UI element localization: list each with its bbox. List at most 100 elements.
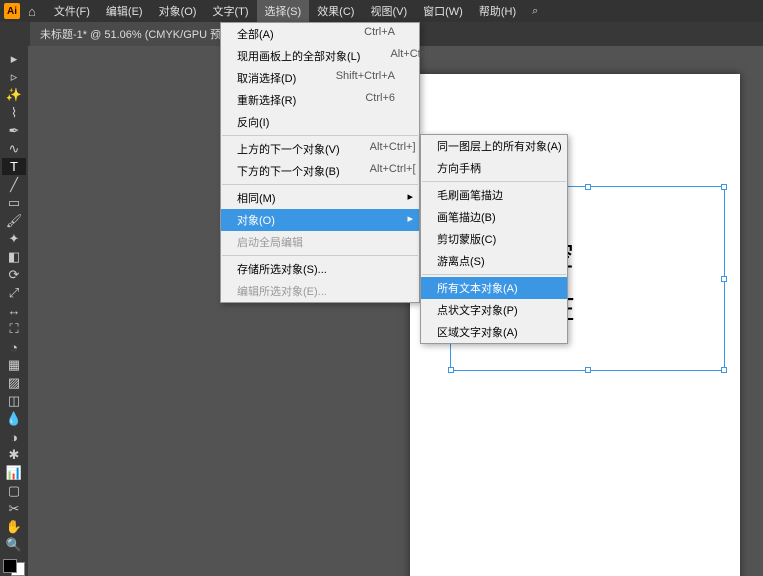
menu-item[interactable]: 同一图层上的所有对象(A): [421, 135, 567, 157]
menu-item-label: 毛刷画笔描边: [437, 187, 503, 203]
menu-item-label: 游离点(S): [437, 253, 485, 269]
curvature-tool[interactable]: ∿: [2, 140, 26, 157]
menu-item-label: 点状文字对象(P): [437, 302, 518, 318]
resize-handle[interactable]: [585, 367, 591, 373]
resize-handle[interactable]: [585, 184, 591, 190]
menu-item-label: 剪切蒙版(C): [437, 231, 496, 247]
menu-item-label: 对象(O): [237, 212, 275, 228]
paintbrush-tool[interactable]: 🖌: [2, 212, 26, 229]
select-menu-dropdown: 全部(A)Ctrl+A现用画板上的全部对象(L)Alt+Ctrl+A取消选择(D…: [220, 22, 420, 303]
menu-effect[interactable]: 效果(C): [309, 0, 362, 22]
menu-separator: [422, 181, 566, 182]
menu-item[interactable]: 点状文字对象(P): [421, 299, 567, 321]
type-tool[interactable]: T: [2, 158, 26, 175]
menu-type[interactable]: 文字(T): [204, 0, 256, 22]
menu-object[interactable]: 对象(O): [151, 0, 205, 22]
menu-window[interactable]: 窗口(W): [415, 0, 471, 22]
menu-separator: [422, 274, 566, 275]
menu-item[interactable]: 方向手柄: [421, 157, 567, 179]
app-logo: Ai: [4, 3, 20, 19]
resize-handle[interactable]: [721, 184, 727, 190]
menu-item[interactable]: 游离点(S): [421, 250, 567, 272]
zoom-tool[interactable]: 🔍: [2, 537, 26, 554]
menu-separator: [222, 184, 418, 185]
menu-item[interactable]: 下方的下一个对象(B)Alt+Ctrl+[: [221, 160, 419, 182]
menu-item-label: 画笔描边(B): [437, 209, 496, 225]
menu-item[interactable]: 画笔描边(B): [421, 206, 567, 228]
fill-swatch[interactable]: [3, 559, 17, 573]
toolbar: ▸▹✨⌇✒∿T╱▭🖌✦◧⟳⤢↔⛶ ◔▦▨◫💧◑✱📊▢✂✋🔍: [0, 46, 28, 576]
menu-item-label: 存储所选对象(S)...: [237, 261, 327, 277]
menu-item[interactable]: 相同(M) ▸: [221, 187, 419, 209]
gradient-tool[interactable]: ◫: [2, 393, 26, 410]
submenu-arrow-icon: ▸: [407, 212, 413, 225]
menu-help[interactable]: 帮助(H): [471, 0, 524, 22]
resize-handle[interactable]: [721, 276, 727, 282]
menu-item[interactable]: 反向(I): [221, 111, 419, 133]
menu-item[interactable]: 全部(A) Ctrl+A: [221, 23, 419, 45]
pen-tool[interactable]: ✒: [2, 122, 26, 139]
menu-item[interactable]: 所有文本对象(A): [421, 277, 567, 299]
menu-item[interactable]: 毛刷画笔描边: [421, 184, 567, 206]
menu-item[interactable]: 区域文字对象(A): [421, 321, 567, 343]
menu-item-label: 下方的下一个对象(B): [237, 163, 340, 179]
eraser-tool[interactable]: ◧: [2, 248, 26, 265]
tab-title: 未标题-1* @ 51.06% (CMYK/GPU 预览): [40, 26, 236, 42]
menubar: Ai ⌂ 文件(F) 编辑(E) 对象(O) 文字(T) 选择(S) 效果(C)…: [0, 0, 763, 22]
menu-item[interactable]: 剪切蒙版(C): [421, 228, 567, 250]
menu-item-label: 编辑所选对象(E)...: [237, 283, 327, 299]
menu-item-label: 启动全局编辑: [237, 234, 303, 250]
width-tool[interactable]: ↔: [2, 302, 26, 319]
lasso-tool[interactable]: ⌇: [2, 104, 26, 121]
home-icon[interactable]: ⌂: [28, 4, 36, 19]
scale-tool[interactable]: ⤢: [2, 284, 26, 301]
resize-handle[interactable]: [721, 367, 727, 373]
menu-item[interactable]: 取消选择(D) Shift+Ctrl+A: [221, 67, 419, 89]
slice-tool[interactable]: ✂: [2, 501, 26, 518]
menu-item[interactable]: 现用画板上的全部对象(L)Alt+Ctrl+A: [221, 45, 419, 67]
menu-shortcut: Alt+Ctrl+]: [370, 141, 416, 157]
menu-item[interactable]: 重新选择(R) Ctrl+6: [221, 89, 419, 111]
eyedropper-tool[interactable]: 💧: [2, 411, 26, 428]
magic-wand-tool[interactable]: ✨: [2, 86, 26, 103]
menu-file[interactable]: 文件(F): [46, 0, 98, 22]
menu-item[interactable]: 存储所选对象(S)...: [221, 258, 419, 280]
menu-shortcut: Ctrl+A: [364, 26, 395, 42]
menu-shortcut: Alt+Ctrl+A: [390, 48, 440, 64]
direct-selection-tool[interactable]: ▹: [2, 68, 26, 85]
menu-item-label: 取消选择(D): [237, 70, 296, 86]
menu-view[interactable]: 视图(V): [362, 0, 415, 22]
menu-shortcut: Ctrl+6: [365, 92, 395, 108]
menu-item[interactable]: 上方的下一个对象(V) Alt+Ctrl+]: [221, 138, 419, 160]
submenu-arrow-icon: ▸: [407, 190, 413, 203]
menu-item: 编辑所选对象(E)...: [221, 280, 419, 302]
selection-tool[interactable]: ▸: [2, 50, 26, 67]
menu-item[interactable]: 对象(O) ▸: [221, 209, 419, 231]
menu-item-label: 区域文字对象(A): [437, 324, 518, 340]
menu-item-label: 全部(A): [237, 26, 274, 42]
menu-select[interactable]: 选择(S): [257, 0, 310, 22]
search-icon[interactable]: ⌕: [532, 5, 538, 18]
artboard-tool[interactable]: ▢: [2, 483, 26, 500]
column-graph-tool[interactable]: 📊: [2, 465, 26, 482]
menu-item-label: 反向(I): [237, 114, 269, 130]
shape-builder-tool[interactable]: ◔: [2, 339, 26, 356]
blend-tool[interactable]: ◑: [2, 429, 26, 446]
free-transform-tool[interactable]: ⛶: [2, 320, 26, 337]
symbol-sprayer-tool[interactable]: ✱: [2, 447, 26, 464]
menu-item-label: 上方的下一个对象(V): [237, 141, 340, 157]
shaper-tool[interactable]: ✦: [2, 230, 26, 247]
menu-item-label: 相同(M): [237, 190, 276, 206]
line-tool[interactable]: ╱: [2, 176, 26, 193]
menu-item-label: 重新选择(R): [237, 92, 296, 108]
perspective-tool[interactable]: ▦: [2, 357, 26, 374]
menu-edit[interactable]: 编辑(E): [98, 0, 151, 22]
rotate-tool[interactable]: ⟳: [2, 266, 26, 283]
rectangle-tool[interactable]: ▭: [2, 194, 26, 211]
color-swatches[interactable]: [3, 559, 25, 576]
resize-handle[interactable]: [448, 367, 454, 373]
hand-tool[interactable]: ✋: [2, 519, 26, 536]
menu-shortcut: Shift+Ctrl+A: [336, 70, 395, 86]
mesh-tool[interactable]: ▨: [2, 375, 26, 392]
menu-item-label: 现用画板上的全部对象(L): [237, 48, 360, 64]
